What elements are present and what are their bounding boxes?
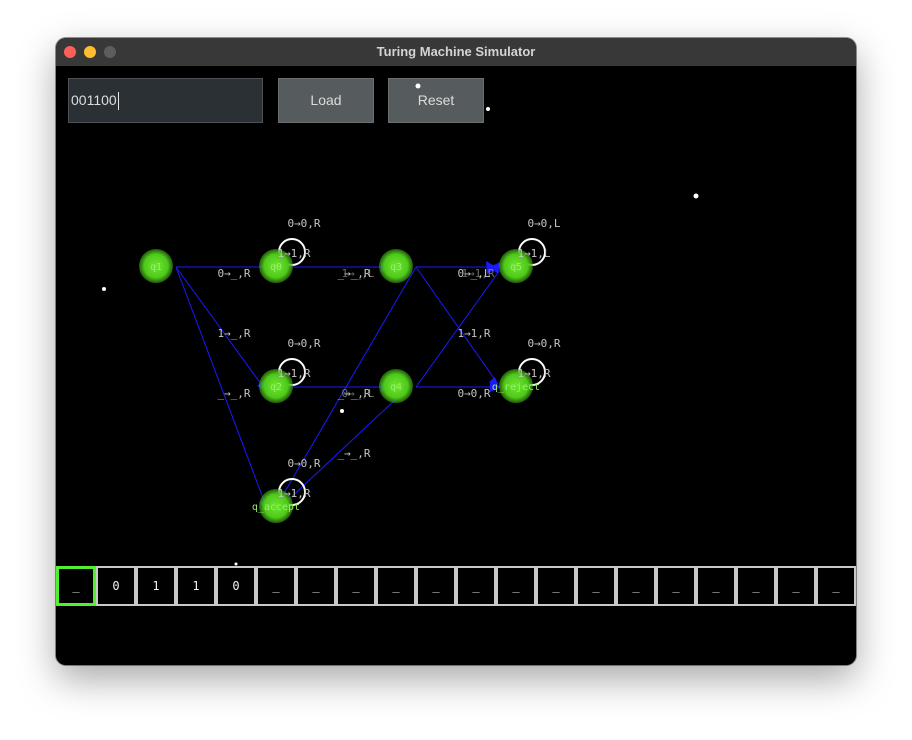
tape-cell: _ [696, 566, 736, 606]
tape-cell: _ [456, 566, 496, 606]
label-q1-qaccept: _→_,R [217, 387, 250, 400]
label-q2-q4-b: 0→_,L [341, 387, 374, 400]
tape-cell-head: _ [56, 566, 96, 606]
tape-cell: _ [776, 566, 816, 606]
label-q4-qaccept: _→_,R [337, 447, 370, 460]
label-q4-qreject: 0→0,R [457, 387, 490, 400]
label-qaccept-loop-top: 0→0,R [287, 457, 320, 470]
state-label-q3: q3 [390, 262, 402, 273]
state-label-q1: q1 [150, 262, 162, 273]
state-label-qreject: q_reject [492, 382, 540, 393]
label-q1-q0: 0→_,R [217, 267, 250, 280]
tape-cell: _ [416, 566, 456, 606]
state-nodes [139, 249, 533, 523]
tape-cell: _ [736, 566, 776, 606]
edge-q1-q2 [175, 266, 262, 385]
label-q0-loop-top: 0→0,R [287, 217, 320, 230]
label-qreject-loop-top: 0→0,R [527, 337, 560, 350]
state-label-q4: q4 [390, 382, 402, 393]
tape-cell: _ [816, 566, 856, 606]
tape-cell: _ [536, 566, 576, 606]
label-q4-q5: 1→1,R [457, 327, 490, 340]
label-q5-loop-bottom: 1→1,L [517, 247, 550, 260]
label-qaccept-loop-bottom: 1→1,R [277, 487, 310, 500]
tape-cell: _ [376, 566, 416, 606]
tape: _ 0 1 1 0 _ _ _ _ _ _ _ _ _ _ _ _ _ _ _ [56, 566, 856, 606]
tape-cell: 0 [96, 566, 136, 606]
label-q2-loop-bottom: 1→1,R [277, 367, 310, 380]
title-bar: Turing Machine Simulator [56, 38, 856, 67]
state-label-q2: q2 [270, 382, 282, 393]
tape-cell: 1 [176, 566, 216, 606]
label-q2-loop-top: 0→0,R [287, 337, 320, 350]
tape-cell: _ [576, 566, 616, 606]
state-label-qaccept: q_accept [252, 502, 300, 513]
tape-cell: _ [256, 566, 296, 606]
tape-cell: _ [496, 566, 536, 606]
tape-cell: 1 [136, 566, 176, 606]
window-title: Turing Machine Simulator [376, 44, 536, 59]
tape-cell: _ [656, 566, 696, 606]
app-window: Turing Machine Simulator 001100 Load Res… [56, 38, 856, 665]
label-qreject-loop-bottom: 1→1,R [517, 367, 550, 380]
tape-cell: 0 [216, 566, 256, 606]
label-q3-q5-b: 1→1,R [461, 267, 494, 280]
tape-cell: _ [616, 566, 656, 606]
state-diagram: q1 q0 q3 q5 q2 q4 q_reject q_accept 0→0,… [102, 83, 699, 566]
label-q0-loop-bottom: 1→1,R [277, 247, 310, 260]
simulator-canvas: 001100 Load Reset q1 q0 q3 q5 q2 q4 q_re… [56, 66, 856, 665]
tape-cell: _ [336, 566, 376, 606]
state-label-q0: q0 [270, 262, 282, 273]
tape-cell: _ [296, 566, 336, 606]
label-q1-q2: 1→_,R [217, 327, 250, 340]
decorative-dots [102, 83, 699, 566]
state-label-q5: q5 [510, 262, 522, 273]
edge-q3-qreject [415, 266, 499, 385]
label-q0-q3-b: 1→_,L [341, 267, 374, 280]
label-q5-loop-top: 0→0,L [527, 217, 560, 230]
